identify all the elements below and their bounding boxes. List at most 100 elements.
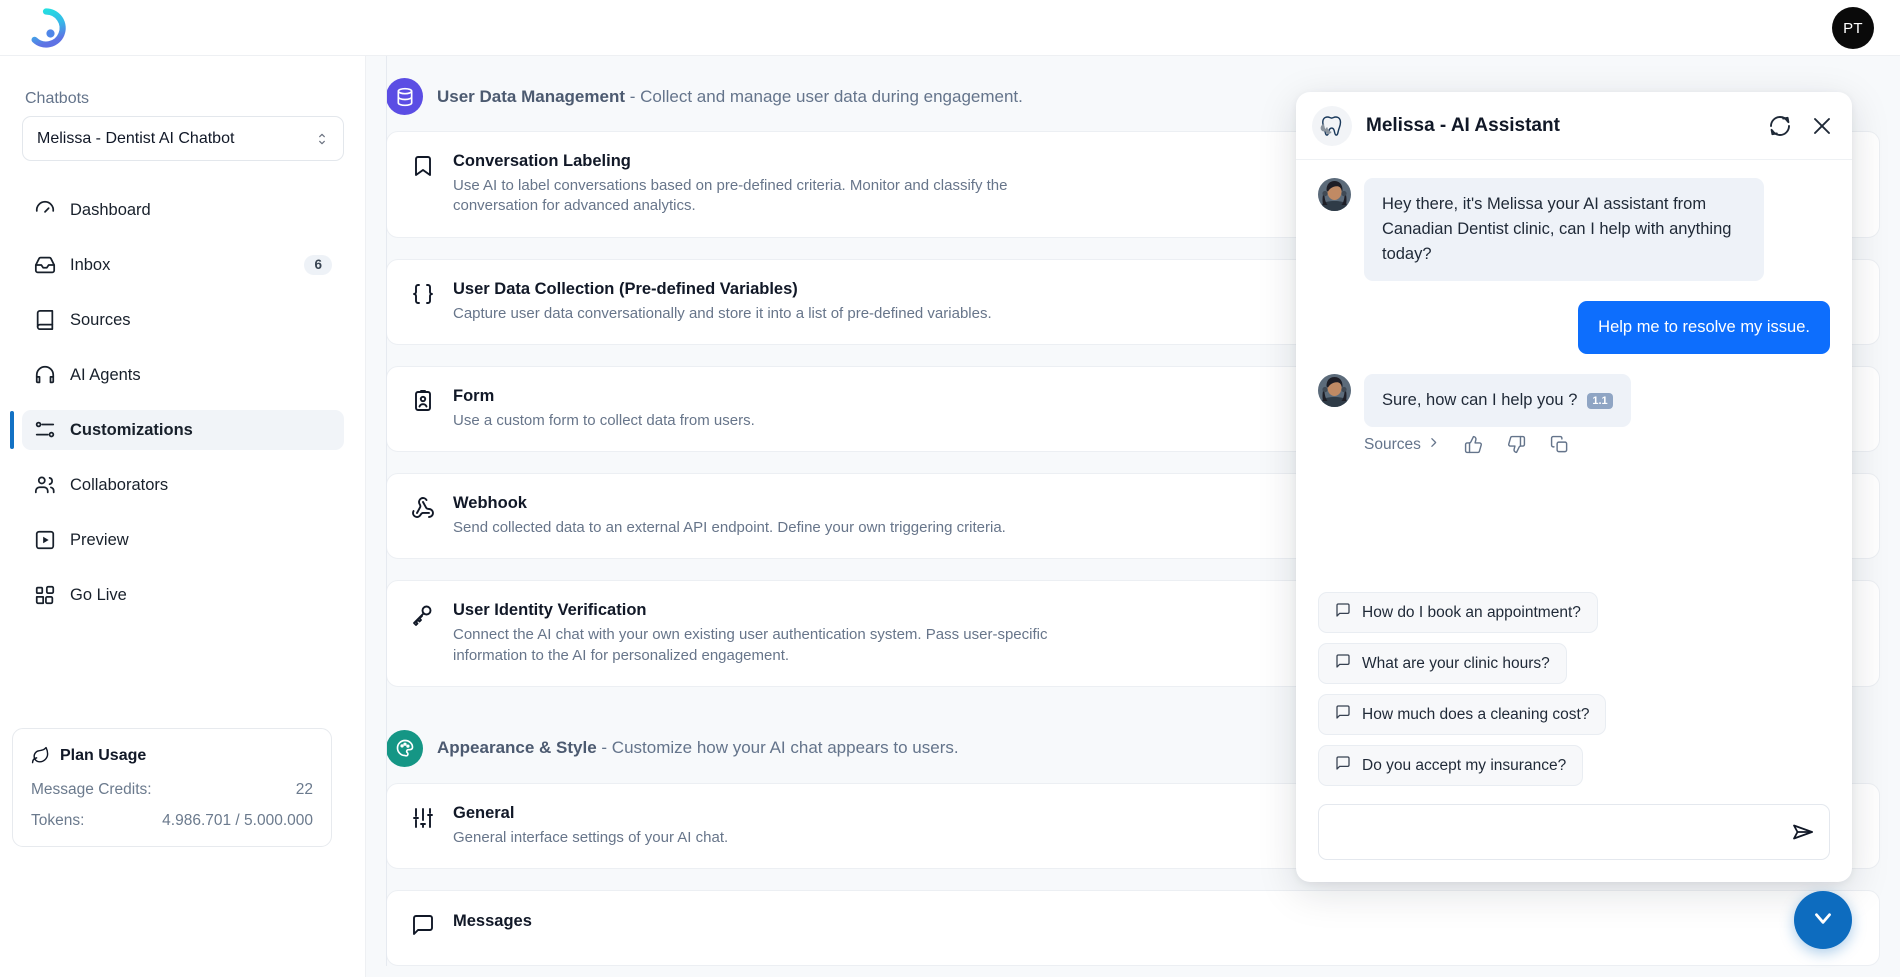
chat-bubble: Hey there, it's Melissa your AI assistan… [1364, 178, 1764, 282]
suggestion-label: How do I book an appointment? [1362, 603, 1581, 621]
plan-usage-row: Message Credits: 22 [31, 781, 313, 799]
headset-icon [34, 364, 56, 386]
chat-bubble-text: Sure, how can I help you ? [1382, 391, 1578, 410]
plan-usage-title: Plan Usage [60, 746, 147, 764]
chat-message-user: Help me to resolve my issue. [1318, 301, 1830, 355]
avatar [1318, 178, 1351, 211]
gauge-icon [34, 199, 56, 221]
sidebar-item-ai-agents[interactable]: AI Agents [22, 355, 344, 395]
message-version-badge: 1.1 [1587, 392, 1613, 409]
sidebar-item-label: Collaborators [70, 475, 169, 494]
chat-message-bot: Hey there, it's Melissa your AI assistan… [1318, 178, 1830, 282]
sidebar-item-dashboard[interactable]: Dashboard [22, 190, 344, 230]
tooth-logo-icon [1312, 105, 1352, 146]
thumbs-up-icon[interactable] [1464, 435, 1483, 454]
section-spine [386, 56, 387, 966]
card-description: Send collected data to an external API e… [453, 519, 1006, 536]
sidebar-item-customizations[interactable]: Customizations [10, 410, 344, 450]
sidebar-nav: Dashboard Inbox 6 Sources AI Agents Cust… [0, 190, 366, 630]
chat-toggle-fab[interactable] [1794, 891, 1852, 949]
chatbots-section-label: Chatbots [25, 90, 90, 107]
close-icon[interactable] [1810, 114, 1834, 138]
refresh-icon[interactable] [1768, 114, 1792, 138]
user-avatar[interactable]: PT [1832, 7, 1874, 49]
key-icon [411, 603, 435, 627]
plan-usage-key: Message Credits: [31, 781, 152, 798]
suggestion-label: Do you accept my insurance? [1362, 756, 1567, 774]
sources-link[interactable]: Sources [1364, 436, 1440, 454]
sidebar-item-label: Preview [70, 530, 129, 549]
message-feedback-row: Sources [1318, 435, 1830, 454]
sidebar-item-label: Go Live [70, 585, 127, 604]
sidebar-item-go-live[interactable]: Go Live [22, 575, 344, 615]
plan-usage-value: 22 [295, 781, 313, 798]
card-messages[interactable]: Messages [386, 890, 1880, 966]
braces-icon [411, 282, 435, 306]
sidebar-item-preview[interactable]: Preview [22, 520, 344, 560]
sidebar-item-sources[interactable]: Sources [22, 300, 344, 340]
message-square-icon [1335, 602, 1351, 623]
card-description: Connect the AI chat with your own existi… [453, 626, 1048, 664]
book-icon [34, 309, 56, 331]
inbox-icon [34, 254, 56, 276]
chat-bubble: Help me to resolve my issue. [1578, 301, 1830, 355]
sidebar: Chatbots Melissa - Dentist AI Chatbot Da… [0, 56, 366, 977]
palette-icon [386, 729, 423, 767]
message-square-icon [1335, 755, 1351, 776]
play-square-icon [34, 529, 56, 551]
thumbs-down-icon[interactable] [1507, 435, 1526, 454]
chatbot-select[interactable]: Melissa - Dentist AI Chatbot [22, 116, 344, 161]
suggested-questions: How do I book an appointment? What are y… [1296, 592, 1852, 796]
sidebar-item-label: AI Agents [70, 365, 141, 384]
user-initials: PT [1843, 19, 1863, 37]
section-subtitle: - Customize how your AI chat appears to … [596, 738, 959, 758]
message-square-icon [1335, 704, 1351, 725]
copy-icon[interactable] [1550, 435, 1569, 454]
sidebar-item-inbox[interactable]: Inbox 6 [22, 245, 344, 285]
users-icon [34, 474, 56, 496]
sidebar-item-collaborators[interactable]: Collaborators [22, 465, 344, 505]
sidebar-item-label: Customizations [70, 420, 193, 439]
card-description: Use AI to label conversations based on p… [453, 177, 1008, 215]
card-description: Capture user data conversationally and s… [453, 304, 992, 322]
chat-composer [1296, 796, 1852, 882]
plan-usage-value: 4.986.701 / 5.000.000 [162, 812, 313, 829]
suggestion-label: How much does a cleaning cost? [1362, 705, 1590, 723]
section-title: User Data Management [437, 86, 626, 106]
brand-ring-logo-icon[interactable] [25, 7, 67, 49]
message-square-icon [411, 913, 435, 937]
card-title: Messages [453, 912, 532, 930]
suggestion-chip[interactable]: Do you accept my insurance? [1318, 745, 1584, 786]
sliders-icon [34, 419, 56, 441]
chevron-down-icon [1810, 905, 1836, 936]
send-icon[interactable] [1791, 820, 1815, 844]
section-subtitle: - Collect and manage user data during en… [625, 86, 1023, 106]
plan-usage-row: Tokens: 4.986.701 / 5.000.000 [31, 812, 313, 830]
sources-label: Sources [1364, 435, 1421, 453]
leaf-icon [31, 746, 50, 765]
plan-usage-card: Plan Usage Message Credits: 22 Tokens: 4… [12, 728, 332, 847]
blocks-icon [34, 584, 56, 606]
chat-message-list: Hey there, it's Melissa your AI assistan… [1296, 160, 1852, 592]
sliders-vertical-icon [411, 806, 435, 830]
chatbot-select-value: Melissa - Dentist AI Chatbot [37, 129, 235, 147]
chevron-right-icon [1421, 436, 1440, 454]
bookmark-icon [411, 154, 435, 178]
card-description: Use a custom form to collect data from u… [453, 411, 755, 429]
chat-widget-title: Melissa - AI Assistant [1366, 114, 1560, 136]
top-bar: PT [0, 0, 1900, 56]
suggestion-chip[interactable]: What are your clinic hours? [1318, 643, 1567, 684]
chat-message-bot: Sure, how can I help you ? 1.1 [1318, 374, 1830, 428]
sidebar-item-label: Inbox [70, 255, 111, 274]
sidebar-item-label: Sources [70, 310, 131, 329]
suggestion-chip[interactable]: How do I book an appointment? [1318, 592, 1598, 633]
suggestion-label: What are your clinic hours? [1362, 654, 1550, 672]
chat-message-input[interactable] [1319, 805, 1829, 859]
webhook-icon [411, 496, 435, 520]
section-title: Appearance & Style [437, 738, 597, 758]
sidebar-item-label: Dashboard [70, 200, 151, 219]
card-description: General interface settings of your AI ch… [453, 828, 729, 846]
inbox-unread-badge: 6 [304, 255, 332, 275]
suggestion-chip[interactable]: How much does a cleaning cost? [1318, 694, 1607, 735]
avatar [1318, 374, 1351, 408]
